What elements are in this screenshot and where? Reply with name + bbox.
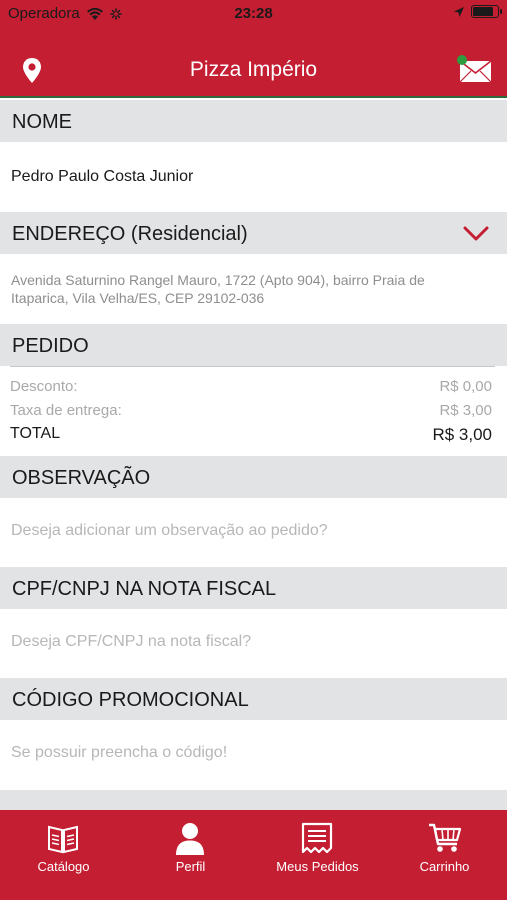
tab-perfil[interactable]: Perfil xyxy=(127,810,254,900)
person-icon xyxy=(176,823,204,855)
order-divider xyxy=(10,366,495,367)
observation-input[interactable]: Deseja adicionar um observação ao pedido… xyxy=(11,522,328,540)
section-header-pedido: PEDIDO xyxy=(0,324,507,366)
book-icon xyxy=(48,825,78,854)
tab-catalogo[interactable]: Catálogo xyxy=(0,810,127,900)
section-title-nome: NOME xyxy=(12,111,72,133)
navigation-bar: Pizza Império xyxy=(0,44,507,96)
section-title-endereco: ENDEREÇO (Residencial) xyxy=(12,223,248,245)
notification-dot xyxy=(457,55,467,65)
discount-label: Desconto: xyxy=(10,378,78,395)
delivery-fee-label: Taxa de entrega: xyxy=(10,402,122,419)
tab-label-catalogo: Catálogo xyxy=(37,859,90,874)
section-title-pedido: PEDIDO xyxy=(12,335,89,357)
name-value[interactable]: Pedro Paulo Costa Junior xyxy=(11,168,193,186)
messages-button[interactable] xyxy=(457,55,493,85)
chevron-down-icon[interactable] xyxy=(463,226,489,242)
page-title: Pizza Império xyxy=(189,58,318,81)
promo-code-input[interactable]: Se possuir preencha o código! xyxy=(11,744,227,762)
location-arrow-icon xyxy=(454,6,464,17)
section-header-nome: NOME xyxy=(0,100,507,142)
section-title-cpf: CPF/CNPJ NA NOTA FISCAL xyxy=(12,578,277,600)
tab-label-carrinho: Carrinho xyxy=(419,859,470,874)
app-header: Operadora 23:28 Pizza Império xyxy=(0,0,507,98)
next-section-header xyxy=(0,790,507,810)
tab-meus-pedidos[interactable]: Meus Pedidos xyxy=(254,810,381,900)
order-row-delivery: Taxa de entrega: R$ 3,00 xyxy=(0,402,507,422)
section-header-promo: CÓDIGO PROMOCIONAL xyxy=(0,678,507,720)
section-title-promo: CÓDIGO PROMOCIONAL xyxy=(12,689,249,711)
section-header-cpf: CPF/CNPJ NA NOTA FISCAL xyxy=(0,567,507,609)
status-time: 23:28 xyxy=(234,5,273,22)
address-line-2: Itaparica, Vila Velha/ES, CEP 29102-036 xyxy=(11,290,265,306)
order-row-total: TOTAL R$ 3,00 xyxy=(0,425,507,445)
status-bar: Operadora 23:28 xyxy=(0,0,507,28)
tab-bar: Catálogo Perfil Meus Pedidos Carrinho xyxy=(0,810,507,900)
section-header-endereco[interactable]: ENDEREÇO (Residencial) xyxy=(0,212,507,254)
section-header-observacao: OBSERVAÇÃO xyxy=(0,456,507,498)
cart-icon xyxy=(429,823,462,852)
cpf-input[interactable]: Deseja CPF/CNPJ na nota fiscal? xyxy=(11,633,251,651)
receipt-icon xyxy=(301,822,333,854)
tab-label-meus-pedidos: Meus Pedidos xyxy=(276,859,359,874)
total-label: TOTAL xyxy=(10,425,61,442)
tab-label-perfil: Perfil xyxy=(175,859,206,874)
discount-value: R$ 0,00 xyxy=(439,378,492,395)
battery-fill xyxy=(473,7,493,16)
order-row-discount: Desconto: R$ 0,00 xyxy=(0,378,507,398)
status-right xyxy=(453,5,502,18)
tab-carrinho[interactable]: Carrinho xyxy=(381,810,507,900)
battery-icon xyxy=(471,5,502,18)
total-value: R$ 3,00 xyxy=(432,425,492,444)
delivery-fee-value: R$ 3,00 xyxy=(439,402,492,419)
address-line-1: Avenida Saturnino Rangel Mauro, 1722 (Ap… xyxy=(11,272,425,288)
section-title-observacao: OBSERVAÇÃO xyxy=(12,467,151,489)
